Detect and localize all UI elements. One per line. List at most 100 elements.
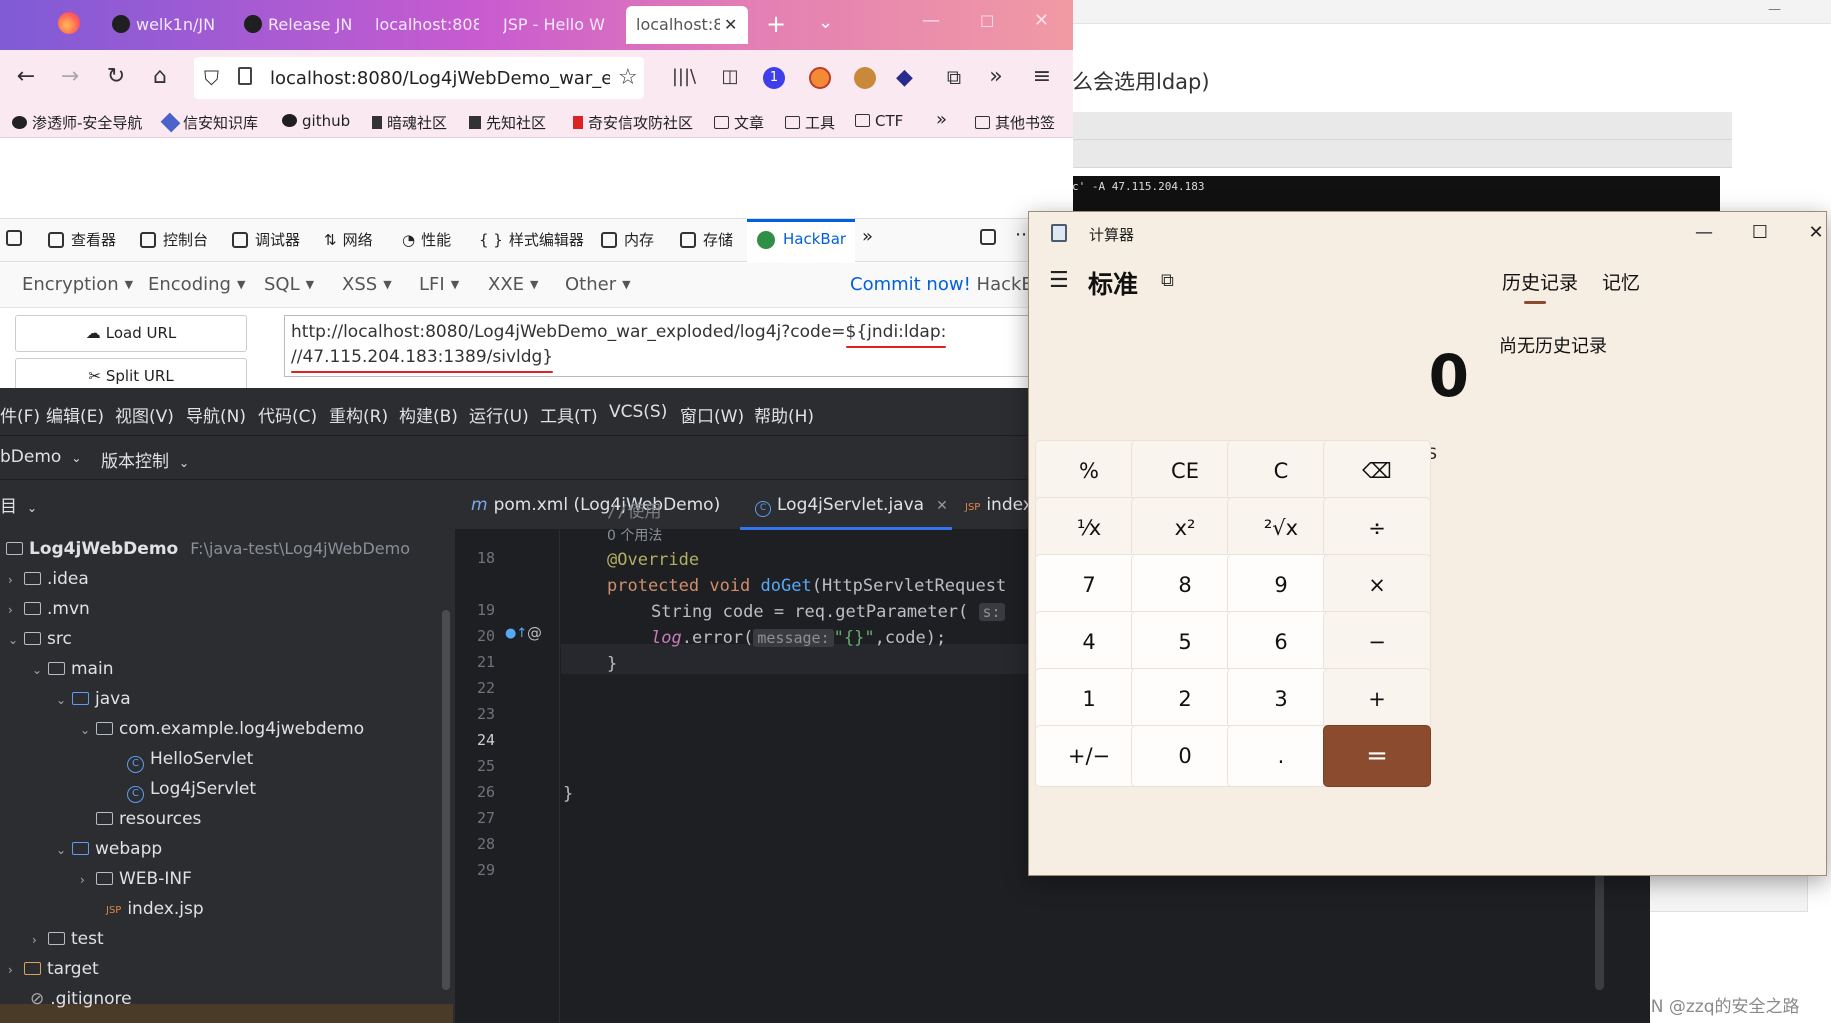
- digit-7-button[interactable]: 7: [1035, 554, 1143, 616]
- keep-on-top-icon[interactable]: ⧉: [1161, 270, 1174, 291]
- decimal-button[interactable]: .: [1227, 725, 1335, 787]
- tree-node-index-jsp[interactable]: JSP index.jsp: [106, 894, 204, 924]
- menu-build[interactable]: 构建(B): [399, 402, 458, 427]
- bookmark-item[interactable]: 渗透师-安全导航: [12, 112, 142, 133]
- menu-window[interactable]: 窗口(W): [680, 402, 744, 427]
- menu-navigate[interactable]: 导航(N): [186, 402, 246, 427]
- new-tab-button[interactable]: +: [766, 10, 786, 38]
- tab-release[interactable]: Release JN: [244, 6, 352, 44]
- tree-node-test[interactable]: › test: [32, 924, 104, 954]
- hackbar-menu-xxe[interactable]: XXE ▼: [488, 274, 539, 295]
- menu-tools[interactable]: 工具(T): [540, 402, 598, 427]
- vcs-selector[interactable]: 版本控制 ⌄: [101, 447, 189, 472]
- background-minimize-button[interactable]: —: [1768, 2, 1781, 17]
- close-button[interactable]: ✕: [1796, 218, 1826, 248]
- devtools-tab-console[interactable]: 控制台: [140, 229, 208, 250]
- tree-node-helloservlet[interactable]: C HelloServlet: [127, 744, 253, 774]
- tab-jsp-hello[interactable]: JSP - Hello W: [503, 6, 607, 44]
- chevron-right-icon[interactable]: ›: [8, 595, 24, 625]
- tree-node-target[interactable]: › target: [8, 954, 99, 984]
- digit-9-button[interactable]: 9: [1227, 554, 1335, 616]
- shield-icon[interactable]: ⛉: [204, 66, 219, 90]
- project-selector[interactable]: bDemo ⌄: [0, 447, 81, 467]
- project-tree-header[interactable]: 目 ⌄: [0, 492, 37, 517]
- tree-node-root[interactable]: Log4jWebDemo F:\java-test\Log4jWebDemo: [6, 534, 410, 564]
- tree-node-idea[interactable]: › .idea: [8, 564, 89, 594]
- list-tabs-button[interactable]: ⌄: [818, 12, 833, 33]
- menu-vcs[interactable]: VCS(S): [609, 402, 667, 422]
- bookmark-folder[interactable]: CTF: [855, 112, 903, 130]
- bookmark-folder[interactable]: 文章: [714, 112, 764, 133]
- tree-node-main[interactable]: ⌄ main: [32, 654, 113, 684]
- hackbar-menu-xss[interactable]: XSS ▼: [342, 274, 392, 295]
- devtools-tab-storage[interactable]: 存储: [680, 229, 733, 250]
- bookmarks-overflow-icon[interactable]: »: [936, 109, 947, 130]
- extensions-icon[interactable]: ⧉: [940, 64, 968, 90]
- extension-ball-icon[interactable]: [809, 67, 831, 89]
- split-url-button[interactable]: ✂ Split URL: [15, 358, 247, 388]
- devtools-tab-network[interactable]: ⇅ 网络: [324, 229, 373, 250]
- hackbar-menu-encoding[interactable]: Encoding ▼: [148, 274, 245, 295]
- chevron-right-icon[interactable]: ›: [8, 565, 24, 595]
- menu-edit[interactable]: 编辑(E): [46, 402, 104, 427]
- tab-localhost-active[interactable]: localhost:80✕: [626, 6, 748, 44]
- bookmark-item[interactable]: 信安知识库: [160, 112, 258, 133]
- url-text[interactable]: localhost:8080/Log4jWebDemo_war_expl: [270, 68, 610, 89]
- history-tab[interactable]: 历史记录: [1502, 268, 1578, 295]
- editor-tab-log4jservlet[interactable]: C Log4jServlet.java ✕: [755, 495, 948, 517]
- tree-scrollbar[interactable]: [442, 610, 450, 990]
- devtools-tab-inspector[interactable]: 查看器: [48, 229, 116, 250]
- maximize-button[interactable]: ☐: [1740, 218, 1780, 248]
- digit-8-button[interactable]: 8: [1131, 554, 1239, 616]
- hackbar-url-textarea[interactable]: http://localhost:8080/Log4jWebDemo_war_e…: [284, 315, 1073, 377]
- menu-file[interactable]: 件(F): [0, 402, 40, 427]
- percent-button[interactable]: %: [1035, 440, 1143, 502]
- square-root-button[interactable]: ²√x: [1227, 497, 1335, 559]
- tab-welk1n[interactable]: welk1n/JN: [112, 6, 220, 44]
- tree-node-java[interactable]: ⌄ java: [56, 684, 131, 714]
- override-gutter-icon[interactable]: ●↑: [505, 626, 527, 641]
- password-manager-icon[interactable]: 1: [763, 67, 785, 89]
- close-tab-icon[interactable]: ✕: [724, 15, 737, 34]
- equals-button[interactable]: =: [1323, 725, 1431, 787]
- chevron-down-icon[interactable]: ⌄: [32, 655, 48, 685]
- commit-link[interactable]: Commit now! HackBar: [850, 274, 1052, 295]
- clear-button[interactable]: C: [1227, 440, 1335, 502]
- hackbar-menu-encryption[interactable]: Encryption ▼: [22, 274, 133, 295]
- devtools-tab-hackbar[interactable]: HackBar: [747, 219, 855, 262]
- digit-0-button[interactable]: 0: [1131, 725, 1239, 787]
- home-icon[interactable]: ⌂: [146, 64, 174, 90]
- dock-toggle-icon[interactable]: [980, 228, 996, 246]
- forward-arrow-icon[interactable]: →: [56, 64, 84, 90]
- devtools-tab-performance[interactable]: ◔ 性能: [402, 229, 451, 250]
- chevron-right-icon[interactable]: ›: [8, 955, 24, 985]
- chevron-down-icon[interactable]: ⌄: [8, 625, 24, 655]
- load-url-button[interactable]: ☁ Load URL: [15, 315, 247, 352]
- devtools-tab-debugger[interactable]: 调试器: [232, 229, 300, 250]
- digit-1-button[interactable]: 1: [1035, 668, 1143, 730]
- tab-localhost[interactable]: localhost:8080: [375, 6, 479, 44]
- bookmark-item[interactable]: 暗魂社区: [372, 112, 447, 133]
- tree-node-mvn[interactable]: › .mvn: [8, 594, 90, 624]
- tree-node-log4jservlet[interactable]: C Log4jServlet: [127, 774, 256, 804]
- chevron-down-icon[interactable]: ⌄: [80, 715, 96, 745]
- more-tools-chevron-icon[interactable]: »: [862, 226, 873, 247]
- menu-view[interactable]: 视图(V): [115, 402, 174, 427]
- menu-run[interactable]: 运行(U): [469, 402, 529, 427]
- reciprocal-button[interactable]: ¹⁄x: [1035, 497, 1143, 559]
- devtools-tab-style-editor[interactable]: { } 样式编辑器: [479, 229, 584, 250]
- hamburger-menu-icon[interactable]: ☰: [1049, 268, 1069, 293]
- subtract-button[interactable]: −: [1323, 611, 1431, 673]
- tree-node-package[interactable]: ⌄ com.example.log4jwebdemo: [80, 714, 364, 744]
- hackbar-menu-other[interactable]: Other ▼: [565, 274, 631, 295]
- add-button[interactable]: +: [1323, 668, 1431, 730]
- tree-node-webinf[interactable]: › WEB-INF: [80, 864, 192, 894]
- reload-icon[interactable]: ↻: [102, 64, 130, 90]
- close-window-button[interactable]: ✕: [1034, 10, 1049, 31]
- bookmark-item[interactable]: 先知社区: [469, 112, 546, 133]
- overflow-chevron-icon[interactable]: »: [982, 64, 1010, 90]
- tree-node-resources[interactable]: resources: [80, 804, 201, 834]
- close-tab-icon[interactable]: ✕: [936, 498, 948, 514]
- bookmark-item[interactable]: github: [282, 112, 350, 130]
- library-icon[interactable]: |||\: [670, 64, 698, 90]
